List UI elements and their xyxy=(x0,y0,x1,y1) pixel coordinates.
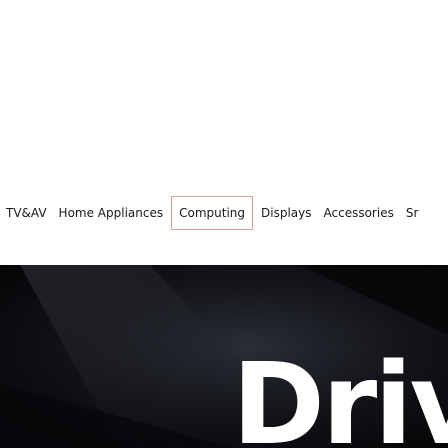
category-nav: TV&AV Home Appliances Computing Displays… xyxy=(0,196,448,230)
hero-headline: Drivo xyxy=(232,340,448,448)
nav-item-home-appliances[interactable]: Home Appliances xyxy=(53,196,170,230)
nav-item-truncated[interactable]: Sr xyxy=(400,196,425,230)
nav-item-accessories[interactable]: Accessories xyxy=(318,196,400,230)
page: TV&AV Home Appliances Computing Displays… xyxy=(0,0,448,448)
nav-item-tv-av[interactable]: TV&AV xyxy=(0,196,53,230)
nav-item-displays[interactable]: Displays xyxy=(255,196,317,230)
nav-item-computing[interactable]: Computing xyxy=(171,196,254,230)
